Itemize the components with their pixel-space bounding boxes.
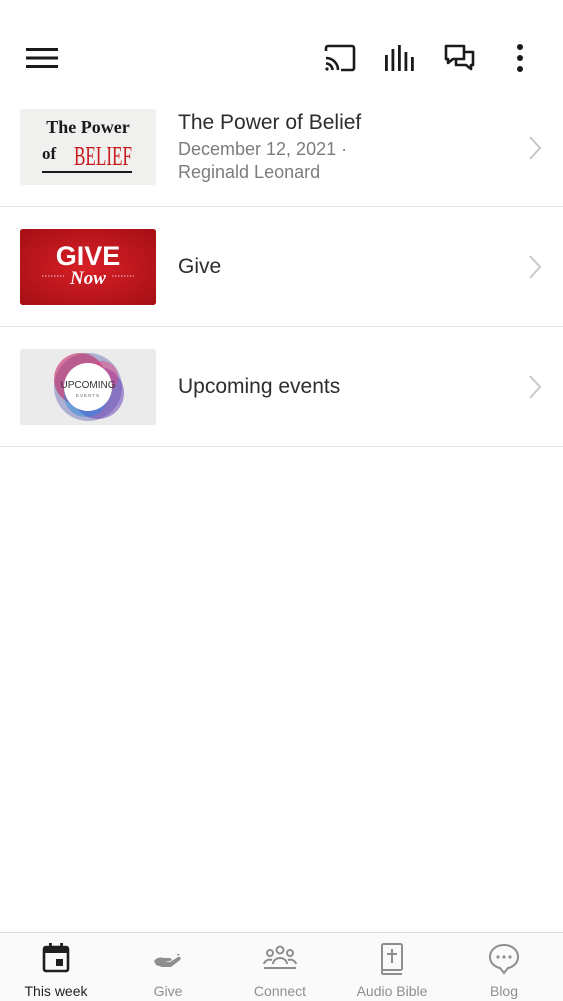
- content-list: The Power of BELIEF The Power of Belief …: [0, 92, 563, 447]
- chat-icon[interactable]: [440, 38, 480, 78]
- thumb-upcoming-text: UPCOMING: [61, 380, 116, 391]
- top-app-bar: [0, 0, 563, 100]
- thumb-of-text: of: [42, 144, 57, 163]
- more-vert-icon[interactable]: [500, 38, 540, 78]
- tab-label: Blog: [489, 983, 519, 999]
- item-title: Upcoming events: [178, 375, 341, 398]
- thumb-give-text: GIVE: [56, 241, 121, 271]
- calendar-icon: [42, 943, 70, 973]
- list-item-power-of-belief[interactable]: The Power of BELIEF The Power of Belief …: [0, 92, 563, 207]
- thumb-belief-text: BELIEF: [74, 141, 132, 171]
- tab-label: This week: [24, 983, 88, 999]
- thumb-events-text: EVENTS: [76, 393, 100, 398]
- tab-blog[interactable]: Blog: [448, 933, 560, 1001]
- tab-label: Audio Bible: [356, 983, 428, 999]
- item-speaker: Reginald Leonard: [178, 162, 321, 182]
- item-date: December 12, 2021 ·: [178, 139, 348, 159]
- thumb-now-text: Now: [69, 268, 106, 289]
- chevron-right-icon: [529, 255, 542, 279]
- cast-icon[interactable]: [320, 38, 360, 78]
- events-thumbnail: UPCOMING EVENTS: [20, 349, 156, 425]
- tab-label: Connect: [253, 983, 307, 999]
- menu-icon[interactable]: [22, 38, 62, 78]
- audio-bars-icon[interactable]: [380, 38, 420, 78]
- chevron-right-icon: [529, 375, 542, 399]
- give-thumbnail: GIVE Now: [20, 229, 156, 305]
- tab-this-week[interactable]: This week: [0, 933, 112, 1001]
- people-icon: [263, 945, 297, 969]
- bottom-tab-bar: This week Give Connect Audio Bible Blog: [0, 932, 563, 1001]
- bible-icon: [381, 943, 403, 975]
- tab-connect[interactable]: Connect: [224, 933, 336, 1001]
- list-item-give[interactable]: GIVE Now Give: [0, 207, 563, 327]
- chevron-right-icon: [529, 136, 542, 160]
- item-title: Give: [178, 255, 222, 278]
- tab-give[interactable]: Give: [112, 933, 224, 1001]
- list-item-upcoming-events[interactable]: UPCOMING EVENTS Upcoming events: [0, 327, 563, 447]
- tab-label: Give: [153, 983, 183, 999]
- speech-bubble-icon: [488, 943, 520, 975]
- tab-audio-bible[interactable]: Audio Bible: [336, 933, 448, 1001]
- giving-hand-icon: [154, 951, 181, 967]
- item-title: The Power of Belief: [178, 111, 362, 134]
- sermon-thumbnail: The Power of BELIEF: [20, 109, 156, 185]
- thumb-title-text: The Power: [46, 117, 129, 137]
